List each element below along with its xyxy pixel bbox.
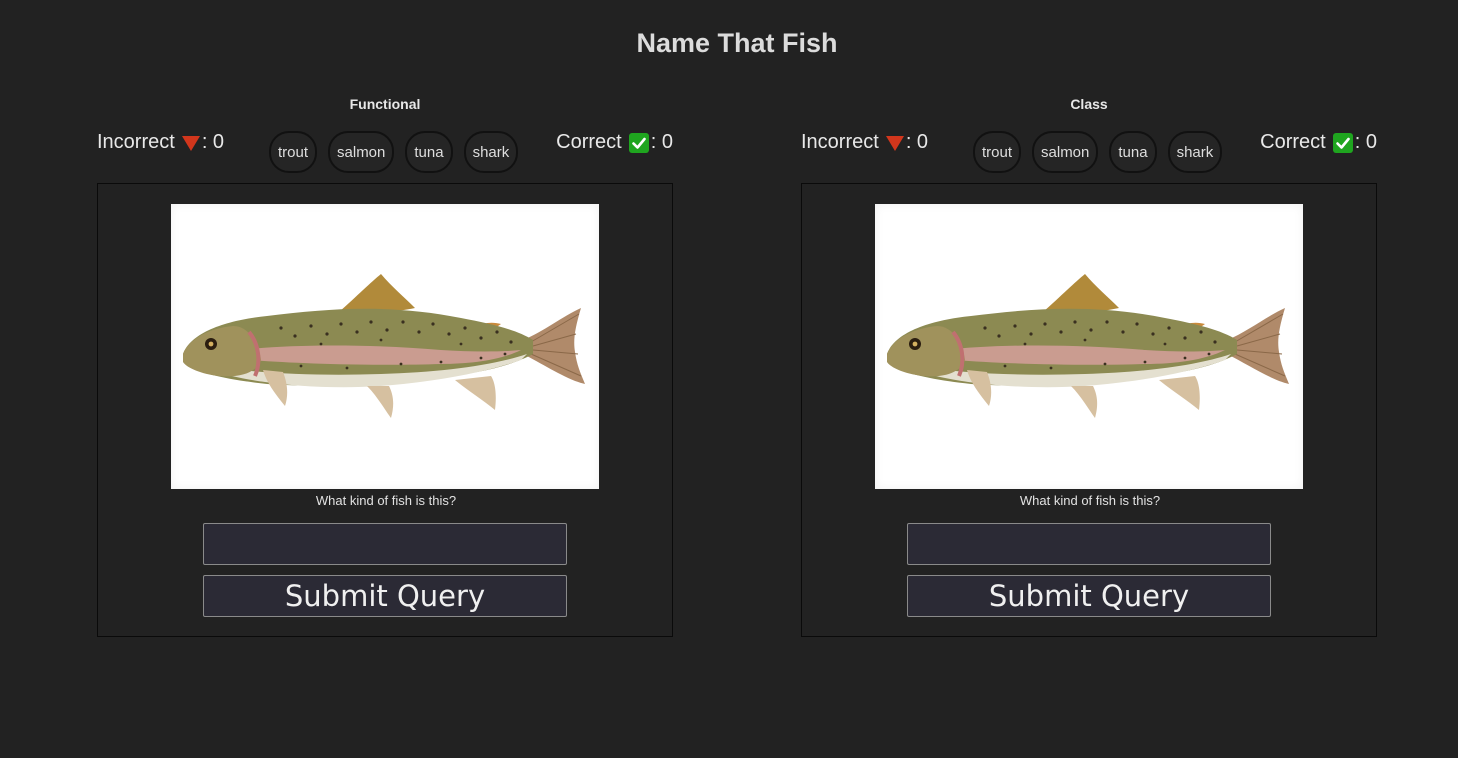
- choice-trout[interactable]: trout: [973, 131, 1022, 173]
- incorrect-count: : 0: [201, 131, 225, 153]
- question-caption: What kind of fish is this?: [315, 493, 457, 508]
- question-caption: What kind of fish is this?: [1019, 493, 1161, 508]
- submit-query-button[interactable]: Submit Query: [203, 575, 567, 617]
- incorrect-score: Incorrect : 0: [801, 131, 928, 154]
- fish-image: [875, 204, 1303, 489]
- choice-chips: trout salmon tuna shark: [973, 131, 1223, 173]
- choice-trout[interactable]: trout: [269, 131, 318, 173]
- correct-count: : 0: [650, 131, 673, 153]
- panel-title: Functional: [349, 96, 421, 112]
- panel-title: Class: [1070, 96, 1108, 112]
- incorrect-label: Incorrect: [97, 131, 175, 153]
- incorrect-score: Incorrect : 0: [97, 131, 224, 154]
- fish-image: [171, 204, 599, 489]
- choice-salmon[interactable]: salmon: [1032, 131, 1099, 173]
- correct-label: Correct: [556, 131, 622, 153]
- correct-score: Correct : 0: [1260, 131, 1377, 154]
- correct-count: : 0: [1354, 131, 1377, 153]
- red-triangle-down-icon: [181, 136, 200, 151]
- incorrect-count: : 0: [905, 131, 929, 153]
- choice-shark[interactable]: shark: [1167, 131, 1223, 173]
- choice-tuna[interactable]: tuna: [1109, 131, 1157, 173]
- choice-shark[interactable]: shark: [463, 131, 519, 173]
- page-title: Name That Fish: [636, 28, 838, 58]
- green-checkmark-icon: [628, 132, 649, 153]
- green-checkmark-icon: [1332, 132, 1353, 153]
- quiz-box: What kind of fish is this? Submit Query: [801, 183, 1377, 637]
- choice-tuna[interactable]: tuna: [405, 131, 453, 173]
- answer-input[interactable]: [907, 523, 1271, 565]
- choice-chips: trout salmon tuna shark: [269, 131, 519, 173]
- answer-input[interactable]: [203, 523, 567, 565]
- correct-score: Correct : 0: [556, 131, 673, 154]
- correct-label: Correct: [1260, 131, 1326, 153]
- choice-salmon[interactable]: salmon: [328, 131, 395, 173]
- incorrect-label: Incorrect: [801, 131, 879, 153]
- red-triangle-down-icon: [885, 136, 904, 151]
- submit-query-button[interactable]: Submit Query: [907, 575, 1271, 617]
- quiz-box: What kind of fish is this? Submit Query: [97, 183, 673, 637]
